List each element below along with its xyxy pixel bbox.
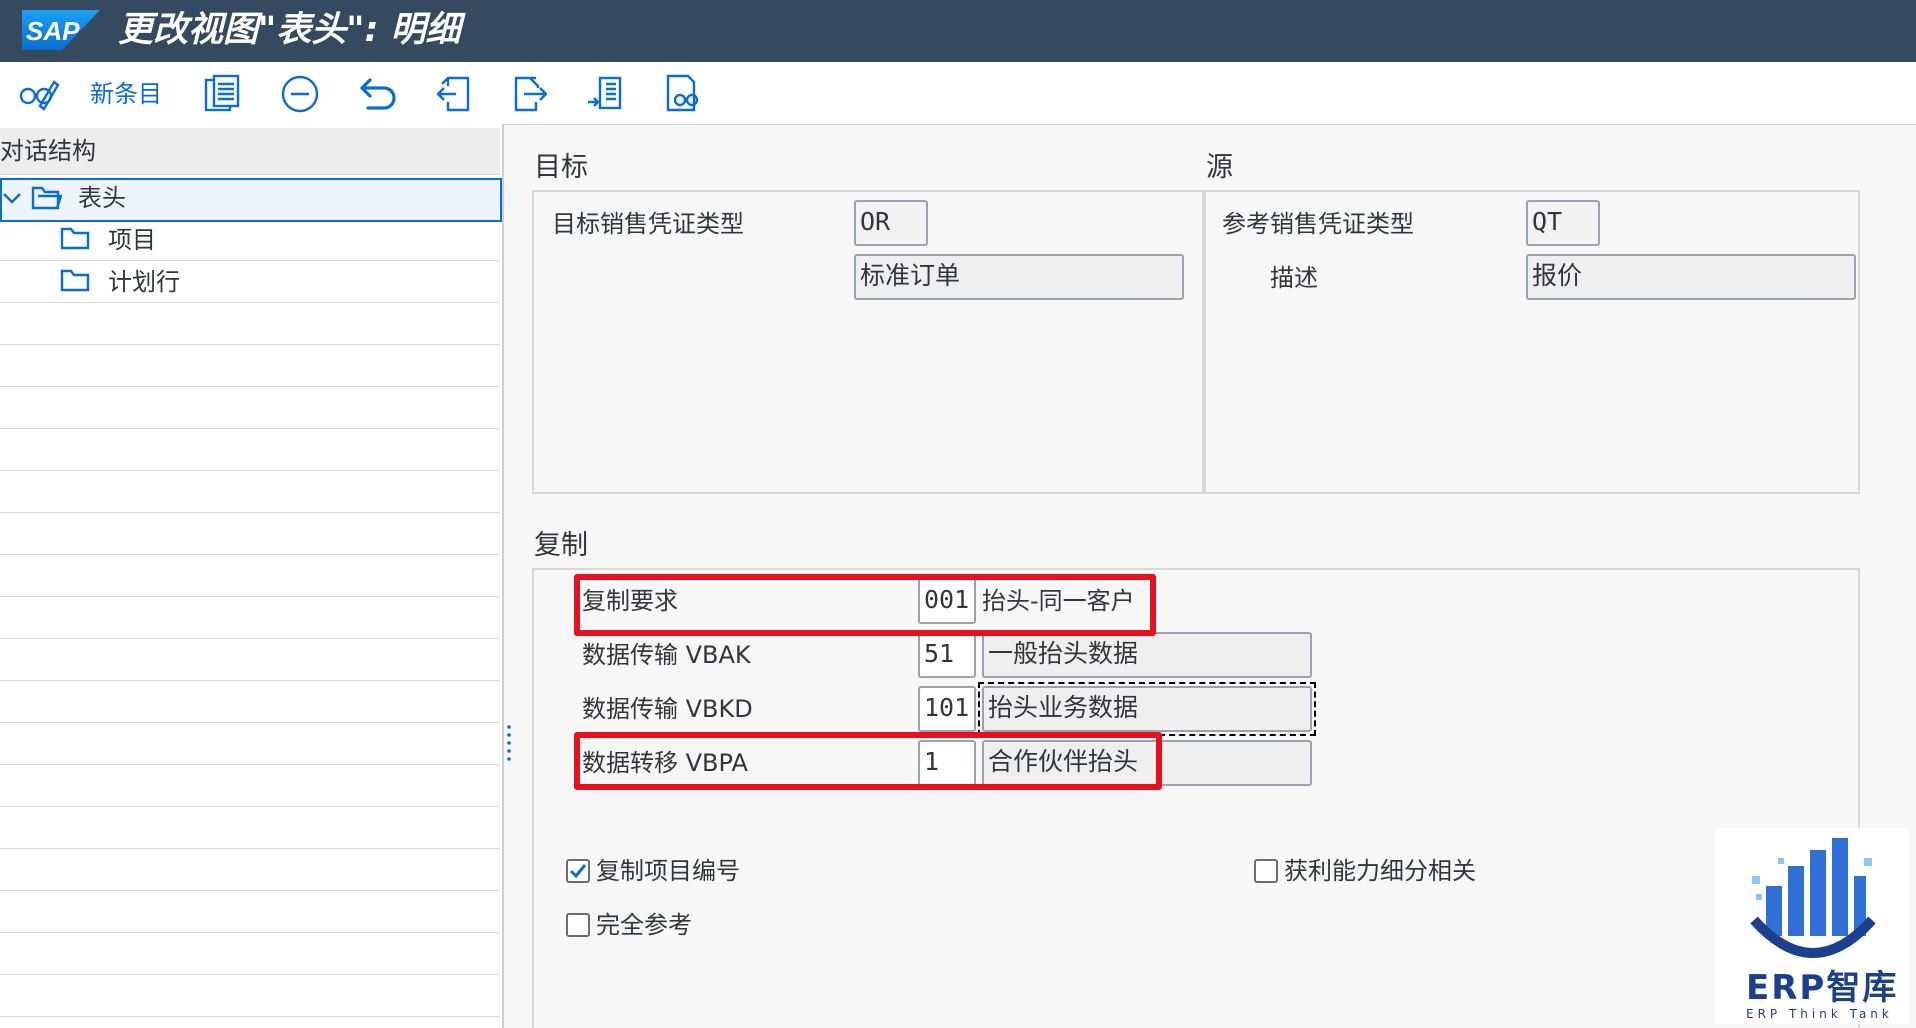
watermark-subtext: ERP Think Tank [1746, 1007, 1893, 1021]
sap-logo-text: SAP [26, 16, 80, 46]
dialog-structure-title: 对话结构 [0, 137, 96, 165]
tree-item-label: 表头 [78, 184, 126, 212]
source-doc-type-desc: 报价 [1526, 254, 1856, 300]
vbkd-transfer-field[interactable]: 101 [918, 686, 976, 732]
tree-item-header[interactable] [0, 178, 502, 222]
copy-item-number-checkbox[interactable] [566, 859, 590, 883]
tree-row-divider [0, 470, 500, 471]
tree-row-divider [0, 764, 500, 765]
watermark-logo-icon [1750, 838, 1876, 958]
target-doc-type-desc: 标准订单 [854, 254, 1184, 300]
copy-item-number-label: 复制项目编号 [596, 857, 740, 885]
vbak-transfer-desc: 一般抬头数据 [982, 632, 1312, 678]
source-desc-label: 描述 [1270, 264, 1318, 292]
tree-item-label[interactable]: 项目 [108, 222, 156, 258]
splitter-handle[interactable] [507, 724, 511, 764]
sap-logo: SAP [22, 10, 100, 50]
checkmark-icon [569, 864, 587, 879]
vbak-transfer-label: 数据传输 VBAK [582, 641, 751, 669]
profitability-segment-label: 获利能力细分相关 [1284, 857, 1476, 885]
vbak-transfer-field[interactable]: 51 [918, 632, 976, 678]
focus-outline [978, 682, 1316, 736]
tree-row-divider [0, 386, 500, 387]
target-group-title: 目标 [534, 152, 588, 183]
watermark-text: ERP智库 [1746, 968, 1899, 1008]
copy-group-title: 复制 [534, 530, 588, 561]
highlight-box [574, 732, 1162, 790]
tree-row-divider [0, 890, 500, 891]
select-all-icon[interactable] [584, 72, 628, 116]
complete-reference-checkbox[interactable] [566, 913, 590, 937]
previous-entry-icon[interactable] [432, 72, 476, 116]
tree-row-divider [0, 302, 500, 303]
next-entry-icon[interactable] [508, 72, 552, 116]
tree-row-divider [0, 1016, 500, 1017]
open-folder-icon [31, 186, 62, 210]
tree-row-divider [0, 260, 500, 261]
display-change-icon[interactable] [16, 72, 60, 116]
tree-row-divider [0, 638, 500, 639]
vbkd-transfer-label: 数据传输 VBKD [582, 695, 753, 723]
tree-row-divider [0, 974, 500, 975]
tree-row-divider [0, 428, 500, 429]
tree-row-divider [0, 848, 500, 849]
tree-row-divider [0, 722, 500, 723]
tree-row-divider [0, 344, 500, 345]
delete-icon[interactable] [278, 72, 322, 116]
source-group-title: 源 [1206, 152, 1233, 183]
chevron-down-icon[interactable] [2, 188, 22, 208]
tree-item-label[interactable]: 计划行 [108, 264, 180, 300]
folder-icon [60, 269, 90, 292]
profitability-segment-checkbox[interactable] [1254, 859, 1278, 883]
tree-row-divider [0, 512, 500, 513]
folder-icon [60, 227, 90, 250]
highlight-box [574, 574, 1156, 636]
window-title: 更改视图"表头": 明细 [118, 10, 461, 50]
undo-icon[interactable] [356, 72, 400, 116]
tree-row-divider [0, 806, 500, 807]
source-doc-type-label: 参考销售凭证类型 [1222, 210, 1414, 238]
complete-reference-label: 完全参考 [596, 911, 692, 939]
tree-row-divider [0, 680, 500, 681]
tree-row-divider [0, 554, 500, 555]
new-entries-button[interactable]: 新条目 [90, 76, 162, 112]
target-doc-type-field[interactable]: OR [854, 200, 928, 246]
copy-icon[interactable] [200, 72, 244, 116]
source-doc-type-field[interactable]: QT [1526, 200, 1600, 246]
tree-row-divider [0, 932, 500, 933]
target-doc-type-label: 目标销售凭证类型 [552, 210, 744, 238]
where-used-icon[interactable] [660, 72, 704, 116]
tree-row-divider [0, 596, 500, 597]
